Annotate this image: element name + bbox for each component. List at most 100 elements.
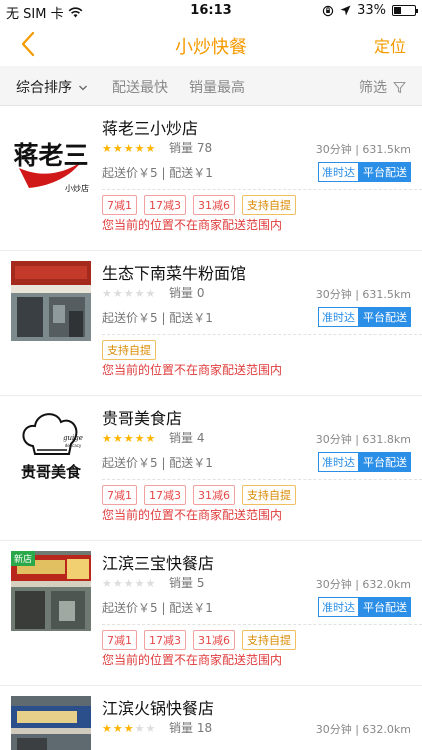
filter-button[interactable]: 筛选: [359, 77, 406, 97]
sort-fastest-tab[interactable]: 配送最快: [112, 77, 168, 97]
star-icon: ★: [112, 577, 123, 590]
sales-count: 销量 18: [169, 721, 213, 735]
delivery-fees: 起送价￥5 | 配送￥1: [102, 456, 213, 470]
star-icon: ★: [112, 432, 123, 445]
chef-hat-icon: guige delicacy 贵哥美食: [21, 413, 83, 481]
logo-subtext: 小炒店: [65, 183, 89, 193]
time-distance: 30分钟 | 631.5km: [315, 143, 411, 156]
star-icon: ★: [145, 142, 156, 155]
sort-label: 综合排序: [16, 80, 72, 96]
pickup-tag: 支持自提: [242, 485, 296, 505]
new-shop-badge: 新店: [11, 551, 36, 566]
shop-logo: guige delicacy 贵哥美食: [11, 406, 91, 486]
sort-dropdown[interactable]: 综合排序: [16, 77, 88, 97]
shop-logo: 蒋老三 小炒店: [11, 116, 91, 196]
star-icon: ★: [102, 432, 112, 445]
delivery-badges: 准时达 平台配送: [318, 597, 411, 617]
rating-stars: ★ ★ ★ ★ ★: [102, 287, 155, 300]
chevron-down-icon: [79, 85, 88, 91]
shop-card[interactable]: 生态下南菜牛粉面馆 ★ ★ ★ ★ ★ 销量 0 30分钟 | 631.5km 起送价￥…: [0, 251, 422, 396]
pickup-tag: 支持自提: [102, 340, 156, 360]
time-distance: 30分钟 | 632.0km: [315, 723, 411, 736]
rating-stars: ★ ★ ★ ★ ★: [102, 577, 155, 590]
out-of-range-warning: 您当前的位置不在商家配送范围内: [102, 363, 283, 377]
rating-stars: ★ ★ ★ ★ ★: [102, 722, 155, 735]
logo-text: 蒋老三: [13, 141, 88, 170]
discount-tag: 7减1: [102, 630, 137, 650]
locate-button[interactable]: 定位: [374, 33, 406, 57]
shop-photo: [11, 696, 91, 750]
star-icon: ★: [145, 722, 156, 735]
shop-card[interactable]: guige delicacy 贵哥美食 贵哥美食店 ★ ★ ★ ★ ★ 销量 4 30分…: [0, 396, 422, 541]
shop-card[interactable]: 蒋老三 小炒店 蒋老三小炒店 ★ ★ ★ ★ ★ 销量 78 30分钟 | 631.5k…: [0, 106, 422, 251]
star-icon: ★: [123, 432, 134, 445]
divider: [102, 189, 422, 190]
logo-en-text: guige: [63, 434, 83, 442]
promo-tags: 7减1 17减3 31减6 支持自提: [102, 485, 296, 505]
delivery-fees: 起送价￥5 | 配送￥1: [102, 166, 213, 180]
sales-count: 销量 78: [169, 141, 213, 155]
pickup-tag: 支持自提: [242, 195, 296, 215]
logo-text: 贵哥美食: [21, 463, 82, 481]
out-of-range-warning: 您当前的位置不在商家配送范围内: [102, 218, 283, 232]
ontime-badge: 准时达: [318, 452, 359, 472]
platform-delivery-badge: 平台配送: [359, 597, 411, 617]
rating-stars: ★ ★ ★ ★ ★: [102, 142, 155, 155]
platform-delivery-badge: 平台配送: [359, 307, 411, 327]
star-icon: ★: [102, 142, 112, 155]
star-icon: ★: [134, 287, 145, 300]
filter-label: 筛选: [359, 80, 387, 96]
storefront-photo-icon: [11, 261, 91, 341]
pickup-tag: 支持自提: [242, 630, 296, 650]
shop-name: 江滨火锅快餐店: [102, 699, 215, 718]
status-right: 33%: [322, 3, 418, 18]
shop-card[interactable]: 江滨火锅快餐店 ★ ★ ★ ★ ★ 销量 18 30分钟 | 632.0km: [0, 686, 422, 750]
time-distance: 30分钟 | 631.5km: [315, 288, 411, 301]
delivery-badges: 准时达 平台配送: [318, 452, 411, 472]
sales-count: 销量 5: [169, 576, 205, 590]
delivery-badges: 准时达 平台配送: [318, 162, 411, 182]
star-icon: ★: [145, 577, 156, 590]
star-icon: ★: [112, 142, 123, 155]
star-icon: ★: [102, 287, 112, 300]
divider: [102, 334, 422, 335]
star-icon: ★: [112, 722, 123, 735]
promo-tags: 7减1 17减3 31减6 支持自提: [102, 630, 296, 650]
logo-calligraphy-icon: 蒋老三 小炒店: [13, 141, 89, 193]
sales-count: 销量 0: [169, 286, 205, 300]
ontime-badge: 准时达: [318, 597, 359, 617]
discount-tag: 31减6: [193, 195, 235, 215]
delivery-fees: 起送价￥5 | 配送￥1: [102, 311, 213, 325]
shop-card[interactable]: 新店 江滨三宝快餐店 ★ ★ ★ ★ ★ 销量 5 30分钟 | 632.0km 起送价…: [0, 541, 422, 686]
ontime-badge: 准时达: [318, 307, 359, 327]
platform-delivery-badge: 平台配送: [359, 162, 411, 182]
rating-stars: ★ ★ ★ ★ ★: [102, 432, 155, 445]
star-icon: ★: [123, 722, 134, 735]
page-title: 小炒快餐: [175, 37, 247, 58]
star-icon: ★: [134, 432, 145, 445]
funnel-icon: [393, 81, 406, 93]
discount-tag: 17减3: [144, 195, 186, 215]
divider: [102, 624, 422, 625]
out-of-range-warning: 您当前的位置不在商家配送范围内: [102, 508, 283, 522]
star-icon: ★: [134, 722, 145, 735]
storefront-photo-icon: [11, 696, 91, 750]
time-distance: 30分钟 | 632.0km: [315, 578, 411, 591]
ontime-badge: 准时达: [318, 162, 359, 182]
time-distance: 30分钟 | 631.8km: [315, 433, 411, 446]
out-of-range-warning: 您当前的位置不在商家配送范围内: [102, 653, 283, 667]
shop-photo: [11, 261, 91, 341]
promo-tags: 支持自提: [102, 340, 156, 360]
shop-name: 生态下南菜牛粉面馆: [102, 264, 247, 283]
star-icon: ★: [134, 142, 145, 155]
delivery-fees: 起送价￥5 | 配送￥1: [102, 601, 213, 615]
promo-tags: 7减1 17减3 31减6 支持自提: [102, 195, 296, 215]
star-icon: ★: [123, 287, 134, 300]
star-icon: ★: [102, 722, 112, 735]
logo-en-subtext: delicacy: [65, 443, 82, 448]
star-icon: ★: [123, 577, 134, 590]
filter-bar: 综合排序 配送最快 销量最高 筛选: [0, 66, 422, 106]
sort-sales-tab[interactable]: 销量最高: [189, 77, 245, 97]
star-icon: ★: [112, 287, 123, 300]
star-icon: ★: [134, 577, 145, 590]
